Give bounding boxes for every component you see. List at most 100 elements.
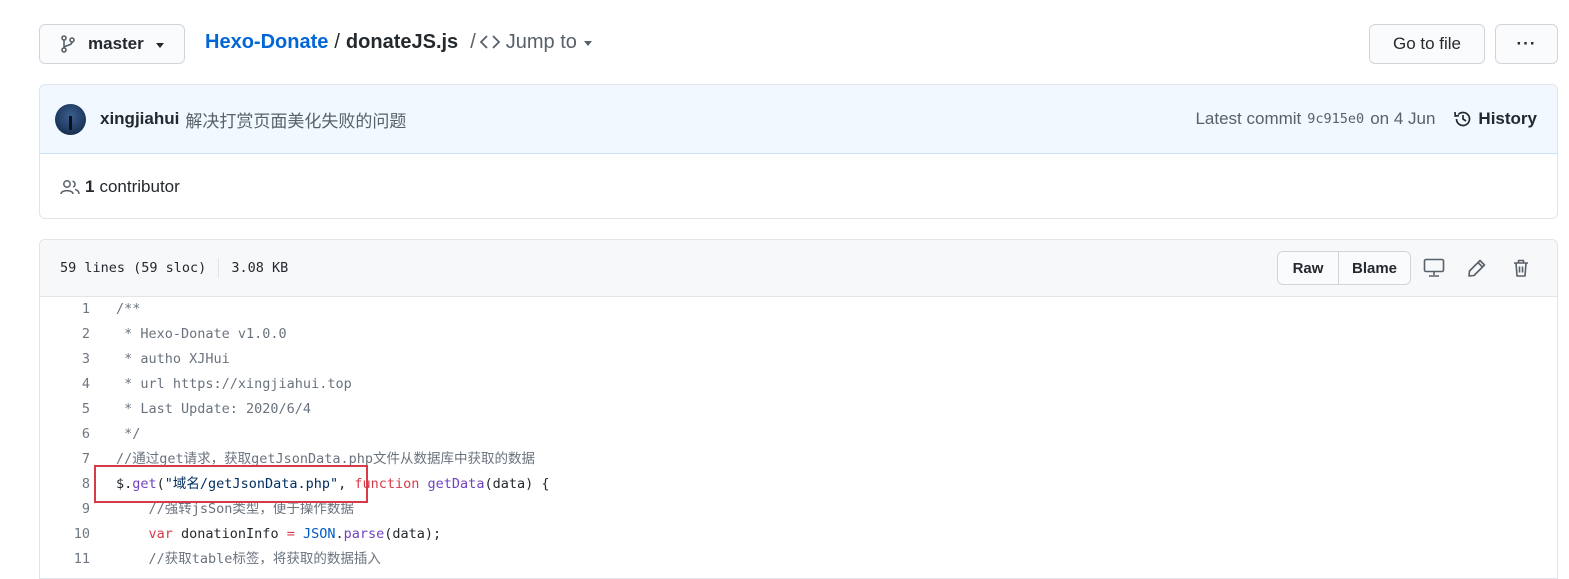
line-number[interactable]: 6: [40, 422, 90, 447]
commit-author[interactable]: xingjiahui: [100, 109, 179, 129]
commit-meta: Latest commit 9c915e0 on 4 Jun History: [1195, 107, 1537, 131]
line-content: * autho XJHui: [116, 347, 230, 372]
line-content: * Hexo-Donate v1.0.0: [116, 322, 287, 347]
more-options-button[interactable]: ···: [1495, 24, 1558, 64]
blame-label: Blame: [1351, 259, 1398, 277]
file-info: 59 lines (59 sloc) 3.08 KB: [60, 257, 288, 279]
chevron-down-icon: [155, 43, 164, 48]
highlight-box: [94, 465, 368, 503]
code-line: 1 /**: [40, 297, 1557, 322]
commit-summary: xingjiahui 解决打赏页面美化失败的问题: [100, 107, 406, 131]
commit-info-box: xingjiahui 解决打赏页面美化失败的问题 Latest commit 9…: [39, 84, 1558, 219]
line-number[interactable]: 1: [40, 297, 90, 322]
code-token: * Last Update: 2020/6/4: [116, 401, 312, 417]
line-content: * url https://xingjiahui.top: [116, 372, 352, 397]
line-content: * Last Update: 2020/6/4: [116, 397, 311, 422]
code-line: 6 */: [40, 422, 1557, 447]
latest-commit-bar: xingjiahui 解决打赏页面美化失败的问题 Latest commit 9…: [40, 85, 1557, 154]
commit-message[interactable]: 解决打赏页面美化失败的问题: [185, 107, 406, 132]
file-name: donateJS.js: [345, 30, 459, 53]
desktop-button[interactable]: [1420, 254, 1448, 282]
line-number[interactable]: 4: [40, 372, 90, 397]
raw-button[interactable]: Raw: [1278, 252, 1339, 284]
breadcrumb-separator: /: [470, 30, 476, 53]
code-token: * autho XJHui: [116, 351, 230, 367]
code-icon: [479, 35, 500, 49]
code-token: //获取table标签，将获取的数据插入: [116, 551, 381, 567]
line-number[interactable]: 2: [40, 322, 90, 347]
file-viewer: 59 lines (59 sloc) 3.08 KB Raw Blame 1 /…: [39, 239, 1558, 579]
code-token: JSON: [302, 526, 336, 542]
line-number[interactable]: 8: [40, 472, 90, 497]
code-token: parse: [343, 526, 385, 542]
code-line: 5 * Last Update: 2020/6/4: [40, 397, 1557, 422]
line-number[interactable]: 9: [40, 497, 90, 522]
code-token: (data) {: [484, 476, 550, 492]
repo-link[interactable]: Hexo-Donate: [205, 31, 328, 54]
code-token: */: [116, 426, 141, 442]
go-to-file-button[interactable]: Go to file: [1369, 24, 1485, 64]
history-icon: [1454, 111, 1471, 127]
line-content: /**: [116, 297, 140, 322]
line-content: */: [116, 422, 140, 447]
code-token: =: [286, 526, 295, 542]
line-number[interactable]: 11: [40, 547, 90, 572]
history-label: History: [1478, 109, 1537, 128]
divider: [218, 258, 220, 278]
line-content: //获取table标签，将获取的数据插入: [116, 547, 381, 572]
go-to-file-label: Go to file: [1392, 34, 1462, 53]
raw-label: Raw: [1292, 259, 1324, 277]
code-line: 11 //获取table标签，将获取的数据插入: [40, 547, 1557, 572]
trash-icon: [1514, 259, 1528, 277]
history-link[interactable]: History: [1453, 109, 1537, 129]
delete-button[interactable]: [1507, 254, 1535, 282]
branch-select-button[interactable]: master: [39, 24, 185, 64]
code-line: 4 * url https://xingjiahui.top: [40, 372, 1557, 397]
desktop-icon: [1423, 258, 1445, 277]
commit-date: on 4 Jun: [1370, 109, 1436, 128]
code-body: 1/** 2 * Hexo-Donate v1.0.0 3 * autho XJHu…: [40, 297, 1557, 578]
contributor-count: 1: [85, 177, 95, 196]
code-token: getData: [427, 476, 485, 492]
breadcrumb: Hexo-Donate / donateJS.js / Jump to: [205, 28, 592, 56]
code-line: 2 * Hexo-Donate v1.0.0: [40, 322, 1557, 347]
code-token: * Hexo-Donate v1.0.0: [116, 326, 287, 342]
code-line: 10 var donationInfo = JSON.parse(data);: [40, 522, 1557, 547]
code-token: donationInfo: [172, 526, 287, 542]
chevron-down-icon: [583, 40, 592, 46]
code-token: //强转jsSon类型，便于操作数据: [116, 501, 354, 517]
avatar[interactable]: [55, 104, 86, 135]
branch-label: master: [88, 34, 144, 53]
blame-button[interactable]: Blame: [1339, 252, 1410, 284]
contributors-row[interactable]: 1 contributor: [60, 175, 180, 199]
line-number[interactable]: 3: [40, 347, 90, 372]
breadcrumb-separator: /: [334, 30, 340, 53]
jump-to-menu[interactable]: Jump to: [479, 30, 592, 54]
git-branch-icon: [61, 35, 75, 53]
raw-blame-group: Raw Blame: [1277, 251, 1411, 285]
file-size: 3.08 KB: [231, 260, 289, 276]
contributor-label: contributor: [99, 177, 180, 196]
code-token: (data);: [384, 526, 442, 542]
line-number[interactable]: 5: [40, 397, 90, 422]
jump-to-label: Jump to: [505, 30, 577, 53]
code-token: .: [335, 526, 344, 542]
code-line: 3 * autho XJHui: [40, 347, 1557, 372]
pencil-icon: [1468, 259, 1486, 277]
code-token: var: [148, 526, 173, 542]
file-line-count: 59 lines (59 sloc): [60, 260, 207, 276]
code-token: /**: [116, 301, 141, 317]
kebab-horizontal-icon: ···: [1516, 34, 1537, 53]
line-number[interactable]: 10: [40, 522, 90, 547]
line-number[interactable]: 7: [40, 447, 90, 472]
commit-sha[interactable]: 9c915e0: [1307, 111, 1364, 127]
latest-commit-label: Latest commit: [1195, 109, 1302, 128]
people-icon: [60, 180, 80, 195]
line-content: var donationInfo = JSON.parse(data);: [116, 522, 442, 547]
file-header: 59 lines (59 sloc) 3.08 KB Raw Blame: [40, 240, 1557, 297]
code-token: * url https://xingjiahui.top: [116, 376, 352, 392]
edit-button[interactable]: [1463, 254, 1491, 282]
